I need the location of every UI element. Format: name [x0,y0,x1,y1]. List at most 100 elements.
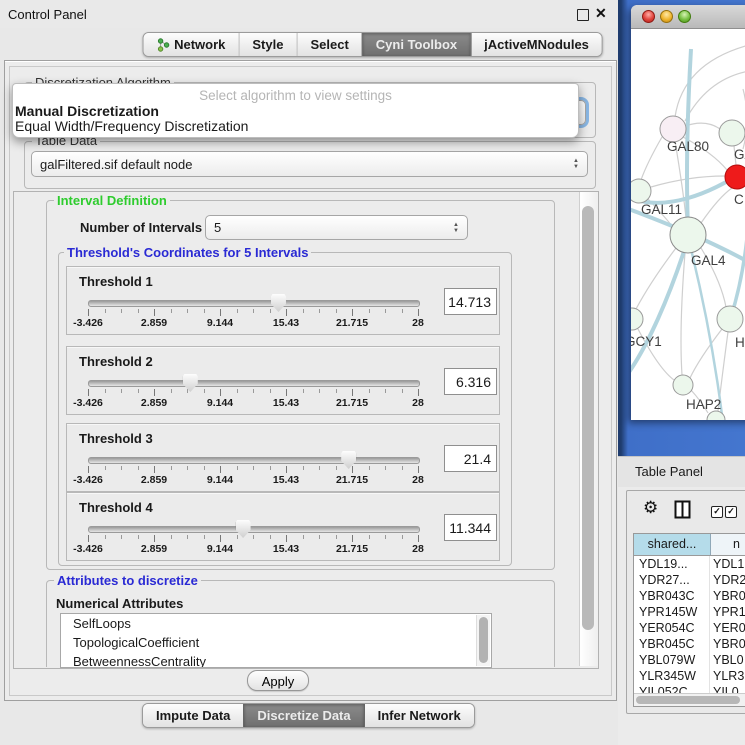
list-item-topologicalcoefficient[interactable]: TopologicalCoefficient [61,633,491,652]
cell-shared-name: YPR145W [634,604,710,620]
network-node-h[interactable] [717,306,743,332]
slider-tick [336,466,337,470]
dropdown-option-manual-discretization[interactable]: Manual Discretization [15,103,159,119]
slider-tick-label: 15.43 [264,474,308,486]
network-graph: GAL80GACGAL11GAL4GCY1HHAP2 [631,29,745,420]
slider-tick [385,309,386,313]
threshold-value-field[interactable]: 6.316 [444,368,497,395]
dropdown-option-equal-width-frequency-discretization[interactable]: Equal Width/Frequency Discretization [15,118,248,134]
zoom-traffic-light-icon[interactable] [678,10,691,23]
threshold-label: Threshold 2 [79,354,153,369]
slider-tick [369,389,370,393]
tab-impute-data[interactable]: Impute Data [143,704,243,727]
slider-tick [336,535,337,539]
network-desktop: GAL80GACGAL11GAL4GCY1HHAP2 [618,0,745,456]
slider-tick [138,389,139,393]
table-panel: ⚙ ✓ ✓ shared... n YDL19...YDL1YDR27...YD… [626,490,745,714]
network-node-gal11[interactable] [631,179,651,203]
table-row[interactable]: YER054CYER0 [634,620,745,636]
network-view-window[interactable]: GAL80GACGAL11GAL4GCY1HHAP2 [631,5,745,420]
hscrollbar-thumb[interactable] [636,696,740,704]
slider-track[interactable] [88,380,420,387]
list-item-betweennesscentrality[interactable]: BetweennessCentrality [61,652,491,668]
slider-tick-label: 15.43 [264,317,308,329]
table-row[interactable]: YBR043CYBR0 [634,588,745,604]
split-view-icon[interactable] [674,500,691,524]
slider-tick [154,535,155,542]
slider-track[interactable] [88,300,420,307]
threshold-value-field[interactable]: 14.713 [444,288,497,315]
slider-tick [286,466,287,473]
slider-tick-label: 28 [396,543,440,555]
network-canvas[interactable]: GAL80GACGAL11GAL4GCY1HHAP2 [631,29,745,420]
slider-thumb[interactable] [341,451,356,469]
node-label: HAP2 [686,397,721,412]
slider-tick [187,389,188,393]
slider-thumb[interactable] [236,520,251,538]
close-traffic-light-icon[interactable] [642,10,655,23]
network-node-ga[interactable] [719,120,745,146]
network-node-gal4[interactable] [670,217,706,253]
tab-discretize-data[interactable]: Discretize Data [243,704,363,727]
slider-tick [171,309,172,313]
cell-shared-name: YBR043C [634,588,710,604]
table-row[interactable]: YBR045CYBR0 [634,636,745,652]
slider-track[interactable] [88,457,420,464]
checkbox-icon[interactable]: ✓ [725,506,737,518]
threshold-value-field[interactable]: 21.4 [444,445,497,472]
slider-tick [303,535,304,539]
list-scrollbar[interactable] [476,615,490,666]
apply-button[interactable]: Apply [247,670,309,691]
network-node-c[interactable] [725,165,745,189]
slider-thumb[interactable] [183,374,198,392]
slider-tick-label: 21.715 [330,397,374,409]
stepper-icon: ▲▼ [567,158,579,170]
table-row[interactable]: YBL079WYBL0 [634,652,745,668]
slider-tick [418,466,419,473]
slider-tick-label: 28 [396,474,440,486]
checkbox-icon[interactable]: ✓ [711,506,723,518]
table-row[interactable]: YPR145WYPR1 [634,604,745,620]
network-node-gcy1[interactable] [631,308,643,330]
slider-tick [237,389,238,393]
table-row[interactable]: YDL19...YDL1 [634,556,745,572]
slider-tick [385,466,386,470]
minimize-traffic-light-icon[interactable] [660,10,673,23]
slider-tick [286,309,287,316]
slider-tick [138,309,139,313]
close-icon[interactable]: ✕ [595,5,607,22]
table-row[interactable]: YDR27...YDR2 [634,572,745,588]
float-window-icon[interactable] [577,9,589,21]
table-row[interactable]: YLR345WYLR3 [634,668,745,684]
list-item-selfloops[interactable]: SelfLoops [61,614,491,633]
settings-scrollbar[interactable] [579,192,598,666]
table-hscrollbar[interactable] [634,693,745,706]
slider-tick [253,466,254,470]
numerical-attributes-label: Numerical Attributes [56,596,183,611]
slider-tick-label: 28 [396,317,440,329]
scrollbar-thumb[interactable] [582,206,594,630]
network-node-hap2[interactable] [673,375,693,395]
threshold-value-field[interactable]: 11.344 [444,514,497,541]
slider-tick [237,535,238,539]
numerical-attributes-list[interactable]: SelfLoopsTopologicalCoefficientBetweenne… [60,613,492,668]
tab-infer-network[interactable]: Infer Network [364,704,474,727]
column-header-name[interactable]: n [711,534,745,555]
slider-tick [220,535,221,542]
gear-icon[interactable]: ⚙ [643,499,658,516]
slider-track[interactable] [88,526,420,533]
network-window-titlebar[interactable] [631,5,745,29]
slider-tick [171,535,172,539]
slider-tick-label: 21.715 [330,474,374,486]
slider-tick-label: -3.426 [66,543,110,555]
slider-tick [336,389,337,393]
table-panel-titlebar: Table Panel [618,456,745,487]
slider-thumb[interactable] [271,294,286,312]
threshold-panel-2: Threshold 2-3.4262.8599.14415.4321.71528… [66,346,500,415]
slider-tick [154,309,155,316]
slider-tick [88,309,89,316]
column-header-shared[interactable]: shared... [634,534,711,555]
node-label: GCY1 [631,334,662,349]
slider-tick [319,389,320,393]
slider-tick [418,309,419,316]
